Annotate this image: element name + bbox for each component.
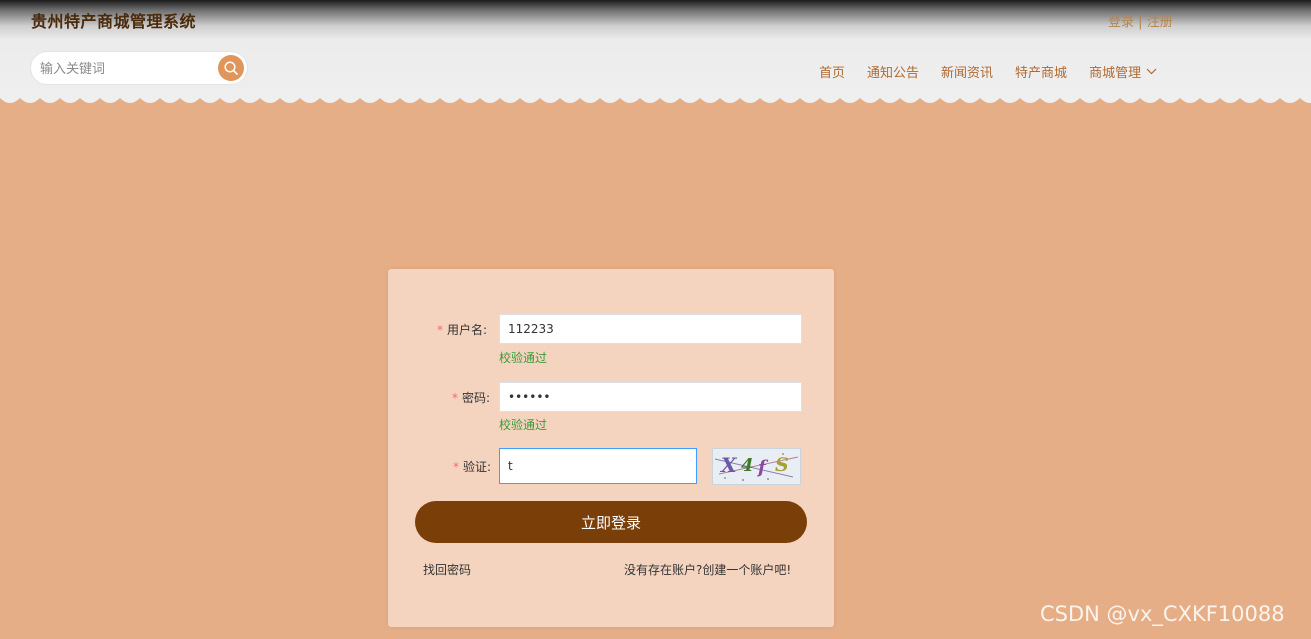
header-bar: 贵州特产商城管理系统 登录 | 注册 首页 通知公告 新闻资讯 特产商城 商城管…	[0, 0, 1311, 98]
login-link[interactable]: 登录	[1108, 15, 1134, 30]
auth-links: 登录 | 注册	[1108, 11, 1173, 30]
nav-item-notices[interactable]: 通知公告	[867, 62, 919, 81]
username-label-text: 用户名:	[447, 323, 488, 337]
password-label: * 密码:	[452, 389, 490, 406]
search-button[interactable]	[218, 55, 244, 81]
nav-item-news[interactable]: 新闻资讯	[941, 62, 993, 81]
username-label: * 用户名:	[437, 321, 487, 338]
nav-item-mall-management[interactable]: 商城管理	[1089, 62, 1157, 81]
site-title: 贵州特产商城管理系统	[31, 12, 197, 31]
captcha-input[interactable]	[499, 448, 697, 484]
captcha-image[interactable]: X 4 f S	[712, 448, 801, 485]
register-link[interactable]: 注册	[1147, 15, 1173, 30]
main-nav: 首页 通知公告 新闻资讯 特产商城 商城管理	[819, 62, 1157, 81]
captcha-label-text: 验证:	[463, 460, 492, 474]
nav-item-label: 新闻资讯	[941, 66, 994, 81]
username-validation-hint: 校验通过	[499, 351, 548, 365]
svg-text:f: f	[756, 457, 769, 478]
nav-item-label: 商城管理	[1089, 66, 1142, 81]
required-mark: *	[437, 323, 443, 337]
nav-item-specialty-mall[interactable]: 特产商城	[1015, 62, 1067, 81]
username-input[interactable]	[499, 314, 802, 344]
login-card: * 用户名: 校验通过 * 密码: 校验通过 * 验证: X 4 f S 立即登录 找…	[388, 269, 834, 627]
header-wave-edge	[0, 94, 1311, 103]
search-input[interactable]	[38, 58, 212, 80]
nav-item-home[interactable]: 首页	[819, 62, 845, 81]
required-mark: *	[453, 460, 459, 474]
svg-text:X: X	[719, 453, 738, 477]
auth-separator: |	[1138, 15, 1143, 30]
captcha-picture: X 4 f S	[714, 453, 799, 481]
captcha-label: * 验证:	[453, 458, 491, 475]
search-box	[30, 51, 248, 85]
nav-item-label: 通知公告	[867, 66, 920, 81]
svg-text:S: S	[775, 454, 789, 476]
password-input[interactable]	[499, 382, 802, 412]
chevron-down-icon	[1146, 68, 1157, 75]
register-account-link[interactable]: 没有存在账户?创建一个账户吧!	[624, 561, 791, 578]
password-label-text: 密码:	[462, 391, 491, 405]
required-mark: *	[452, 391, 458, 405]
search-icon	[224, 61, 238, 75]
nav-item-label: 特产商城	[1015, 66, 1068, 81]
nav-item-label: 首页	[819, 66, 846, 81]
watermark: CSDN @vx_CXKF10088	[1040, 602, 1285, 626]
forgot-password-link[interactable]: 找回密码	[423, 561, 471, 578]
password-validation-hint: 校验通过	[499, 418, 548, 432]
svg-text:4: 4	[741, 455, 754, 476]
login-submit-button[interactable]: 立即登录	[415, 501, 807, 543]
